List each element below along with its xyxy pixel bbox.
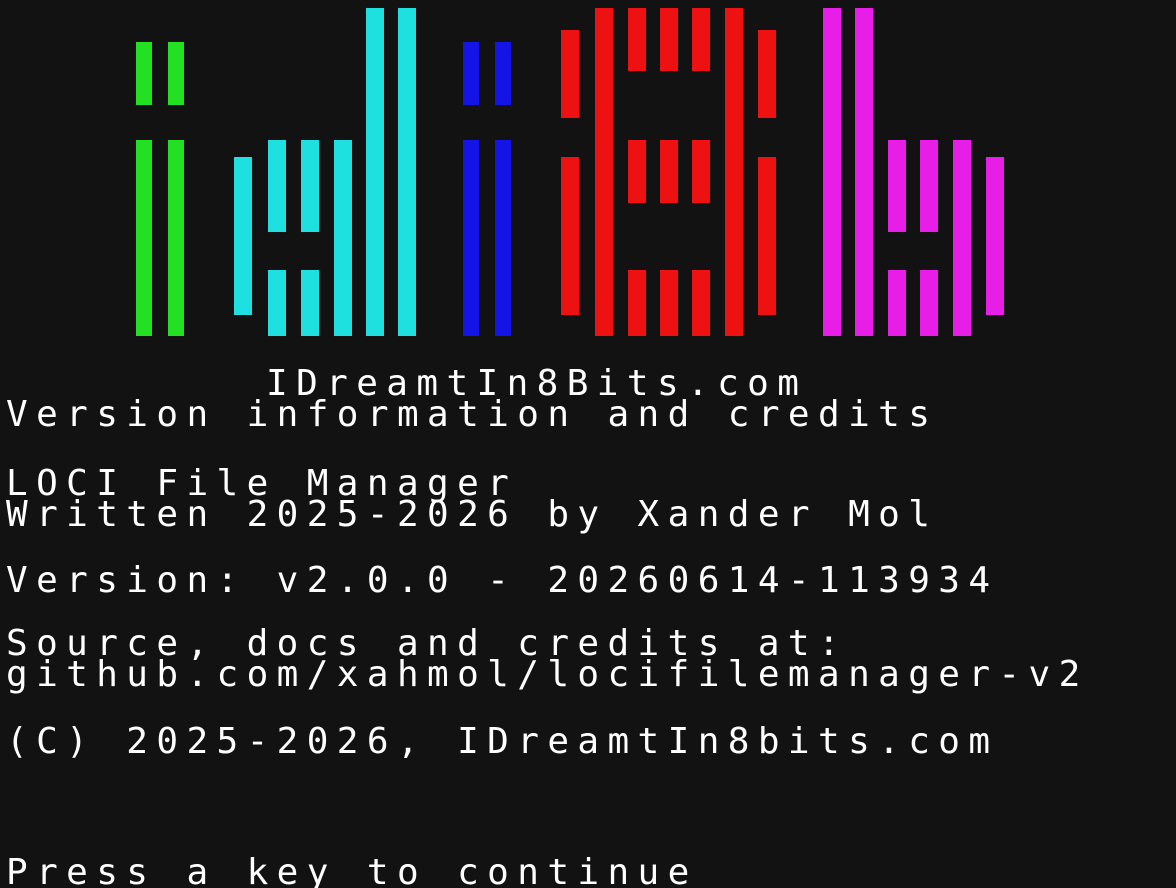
author-line: Written 2025-2026 by Xander Mol [6, 494, 939, 535]
logo-numeral-8 [561, 8, 776, 336]
logo-letter-i [136, 42, 184, 336]
logo-letter-d [234, 8, 416, 336]
source-url: github.com/xahmol/locifilemanager-v2 [6, 654, 1089, 695]
logo-letter-b [823, 8, 1004, 336]
screen-heading: Version information and credits [6, 394, 939, 435]
logo-letter-i-2 [463, 42, 511, 336]
continue-prompt: Press a key to continue [6, 852, 698, 888]
copyright-line: (C) 2025-2026, IDreamtIn8bits.com [6, 721, 999, 762]
version-line: Version: v2.0.0 - 20260614-113934 [6, 560, 999, 601]
idreamtin8bits-logo [136, 8, 1004, 336]
screen: IDreamtIn8Bits.com Version information a… [0, 0, 1176, 888]
